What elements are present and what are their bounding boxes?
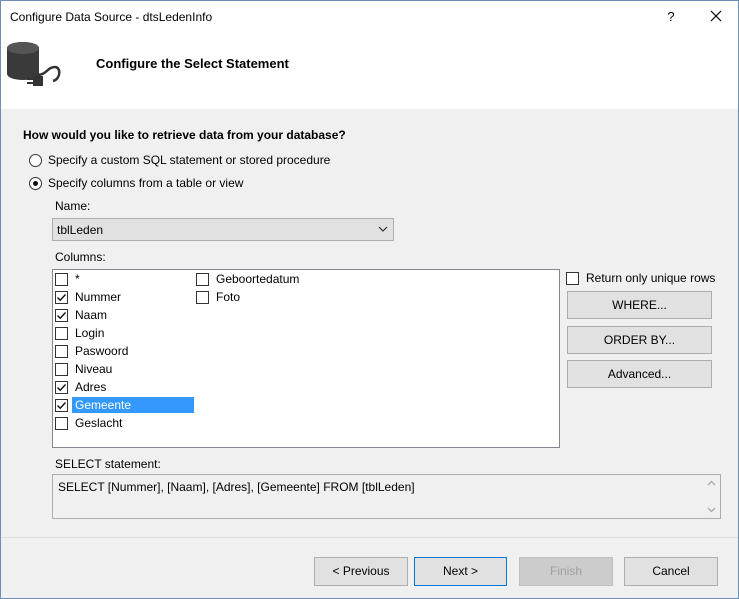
columns-label: Columns: xyxy=(55,250,106,264)
column-checkbox[interactable] xyxy=(55,416,68,430)
checkmark-icon xyxy=(57,383,67,391)
retrieve-question: How would you like to retrieve data from… xyxy=(23,128,346,142)
unique-rows-label: Return only unique rows xyxy=(586,271,716,285)
chevron-down-icon xyxy=(378,226,388,232)
cancel-button[interactable]: Cancel xyxy=(624,557,718,586)
column-checkbox[interactable] xyxy=(55,308,68,322)
name-label: Name: xyxy=(55,199,91,213)
column-label: Foto xyxy=(216,290,241,304)
column-label: Gemeente xyxy=(72,397,194,413)
column-label: Geboortedatum xyxy=(216,272,300,286)
unique-rows-checkbox[interactable] xyxy=(566,271,579,285)
custom-sql-option[interactable]: Specify a custom SQL statement or stored… xyxy=(29,153,330,167)
wizard-header: Configure the Select Statement xyxy=(1,32,738,109)
database-plug-icon xyxy=(7,42,61,86)
window-title: Configure Data Source - dtsLedenInfo xyxy=(10,10,213,24)
table-columns-label: Specify columns from a table or view xyxy=(48,176,244,190)
close-button[interactable] xyxy=(701,1,731,32)
column-checkbox[interactable] xyxy=(196,272,209,286)
column-item[interactable]: Niveau xyxy=(55,360,115,378)
column-item[interactable]: Geboortedatum xyxy=(196,270,302,288)
custom-sql-label: Specify a custom SQL statement or stored… xyxy=(48,153,331,167)
column-label: * xyxy=(75,272,80,286)
custom-sql-radio[interactable] xyxy=(29,153,42,167)
previous-button[interactable]: < Previous xyxy=(314,557,408,586)
unique-rows-option[interactable]: Return only unique rows xyxy=(566,269,718,287)
help-button[interactable]: ? xyxy=(656,1,686,32)
where-button[interactable]: WHERE... xyxy=(567,291,712,319)
column-checkbox[interactable] xyxy=(55,272,68,286)
table-name-value: tblLeden xyxy=(57,223,104,237)
select-statement-label: SELECT statement: xyxy=(55,457,161,471)
column-item[interactable]: Adres xyxy=(55,378,109,396)
select-statement-box[interactable]: SELECT [Nummer], [Naam], [Adres], [Gemee… xyxy=(52,474,721,519)
column-item[interactable]: Paswoord xyxy=(55,342,131,360)
finish-button[interactable]: Finish xyxy=(519,557,613,586)
column-label: Nummer xyxy=(75,290,122,304)
column-item-selected[interactable]: Gemeente xyxy=(55,396,194,414)
select-statement-text: SELECT [Nummer], [Naam], [Adres], [Gemee… xyxy=(58,480,415,494)
column-label: Adres xyxy=(75,380,107,394)
column-checkbox[interactable] xyxy=(55,398,68,412)
footer-divider xyxy=(1,537,738,538)
column-item[interactable]: * xyxy=(55,270,83,288)
table-columns-radio[interactable] xyxy=(29,176,42,190)
checkmark-icon xyxy=(57,293,67,301)
page-heading: Configure the Select Statement xyxy=(96,56,289,71)
column-label: Paswoord xyxy=(75,344,129,358)
column-checkbox[interactable] xyxy=(55,290,68,304)
column-item[interactable]: Naam xyxy=(55,306,110,324)
title-bar: Configure Data Source - dtsLedenInfo ? xyxy=(1,1,738,32)
order-by-button[interactable]: ORDER BY... xyxy=(567,326,712,354)
column-checkbox[interactable] xyxy=(55,362,68,376)
next-button[interactable]: Next > xyxy=(414,557,507,586)
checkmark-icon xyxy=(57,311,67,319)
scrollbar[interactable] xyxy=(703,475,720,518)
column-label: Geslacht xyxy=(75,416,123,430)
column-label: Naam xyxy=(75,308,108,322)
column-item[interactable]: Foto xyxy=(196,288,243,306)
column-item[interactable]: Nummer xyxy=(55,288,124,306)
table-columns-option[interactable]: Specify columns from a table or view xyxy=(29,176,243,190)
column-checkbox[interactable] xyxy=(55,380,68,394)
columns-list[interactable]: * Nummer Naam Login Paswoord Niveau Adre… xyxy=(52,269,560,448)
column-item[interactable]: Login xyxy=(55,324,107,342)
table-name-select[interactable]: tblLeden xyxy=(52,218,394,241)
column-checkbox[interactable] xyxy=(55,326,68,340)
column-checkbox[interactable] xyxy=(196,290,209,304)
column-checkbox[interactable] xyxy=(55,344,68,358)
column-item[interactable]: Geslacht xyxy=(55,414,125,432)
checkmark-icon xyxy=(57,401,67,409)
column-label: Login xyxy=(75,326,105,340)
dialog-window: Configure Data Source - dtsLedenInfo ? C… xyxy=(0,0,739,599)
close-icon xyxy=(710,10,722,22)
column-label: Niveau xyxy=(75,362,113,376)
advanced-button[interactable]: Advanced... xyxy=(567,360,712,388)
